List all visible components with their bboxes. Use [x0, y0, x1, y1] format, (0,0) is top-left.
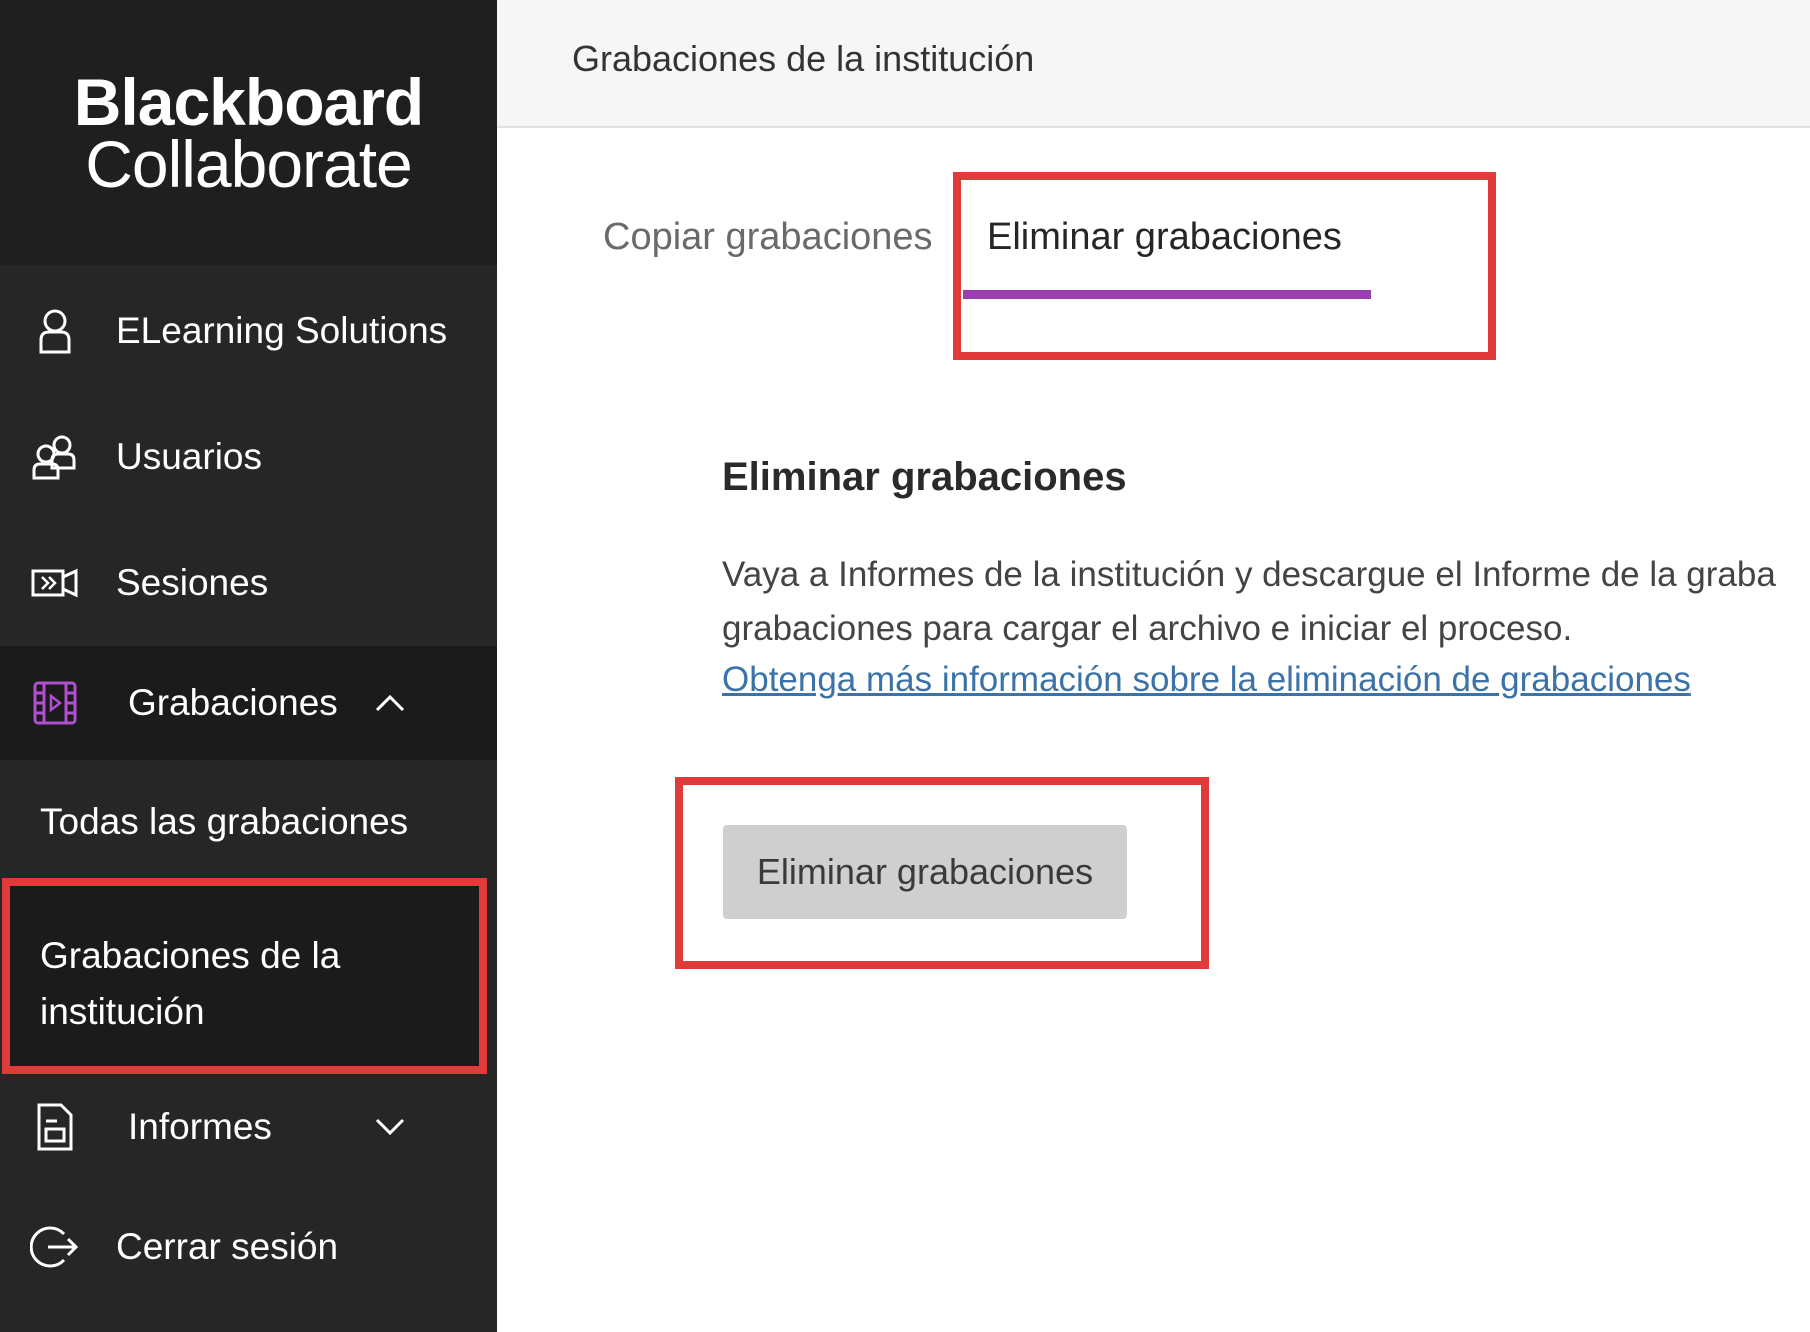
delete-recordings-button[interactable]: Eliminar grabaciones — [723, 825, 1127, 919]
section-heading: Eliminar grabaciones — [722, 455, 1127, 499]
sidebar-item-cerrar-sesion[interactable]: Cerrar sesión — [0, 1192, 497, 1302]
sidebar-subitem-grabaciones-de-la-institucion[interactable]: Grabaciones de la institución — [2, 878, 487, 1074]
sidebar-item-label: ELearning Solutions — [116, 310, 448, 351]
film-icon — [30, 678, 80, 728]
sidebar-item-usuarios[interactable]: Usuarios — [0, 402, 497, 512]
sidebar-item-grabaciones[interactable]: Grabaciones — [0, 646, 497, 760]
tab-copiar-grabaciones[interactable]: Copiar grabaciones — [603, 216, 933, 259]
sidebar-item-label: Usuarios — [116, 436, 262, 477]
description-line-2: grabaciones para cargar el archivo e ini… — [722, 609, 1573, 648]
sidebar-item-informes[interactable]: Informes — [0, 1070, 497, 1184]
sidebar-item-label: Grabaciones — [128, 682, 338, 723]
chevron-down-icon — [370, 1107, 410, 1147]
sidebar: Blackboard Collaborate ELearning Solutio… — [0, 0, 497, 1332]
sidebar-item-sesiones[interactable]: Sesiones — [0, 528, 497, 638]
sidebar-item-label: Informes — [128, 1106, 272, 1147]
learn-more-link[interactable]: Obtenga más información sobre la elimina… — [722, 660, 1691, 700]
user-icon — [30, 306, 80, 356]
brand-logo: Blackboard Collaborate — [0, 0, 497, 265]
users-icon — [30, 432, 80, 482]
sidebar-subitem-label: Grabaciones de la institución — [40, 935, 341, 1032]
report-icon — [30, 1102, 80, 1152]
sessions-icon — [30, 558, 80, 608]
chevron-up-icon — [370, 683, 410, 723]
sidebar-subitem-label: Todas las grabaciones — [40, 801, 409, 842]
sidebar-item-label: Cerrar sesión — [116, 1226, 339, 1267]
brand-line-2: Collaborate — [85, 127, 413, 201]
tab-highlight-box — [953, 172, 1496, 360]
header-bar: Grabaciones de la institución — [497, 0, 1810, 128]
sidebar-subitem-todas-las-grabaciones[interactable]: Todas las grabaciones — [0, 770, 497, 876]
main-content: Grabaciones de la institución Copiar gra… — [497, 0, 1810, 1332]
logout-icon — [30, 1222, 80, 1272]
description-line-1: Vaya a Informes de la institución y desc… — [722, 555, 1776, 594]
page-title: Grabaciones de la institución — [572, 38, 1035, 79]
sidebar-item-label: Sesiones — [116, 562, 269, 603]
sidebar-item-elearning-solutions[interactable]: ELearning Solutions — [0, 276, 497, 386]
